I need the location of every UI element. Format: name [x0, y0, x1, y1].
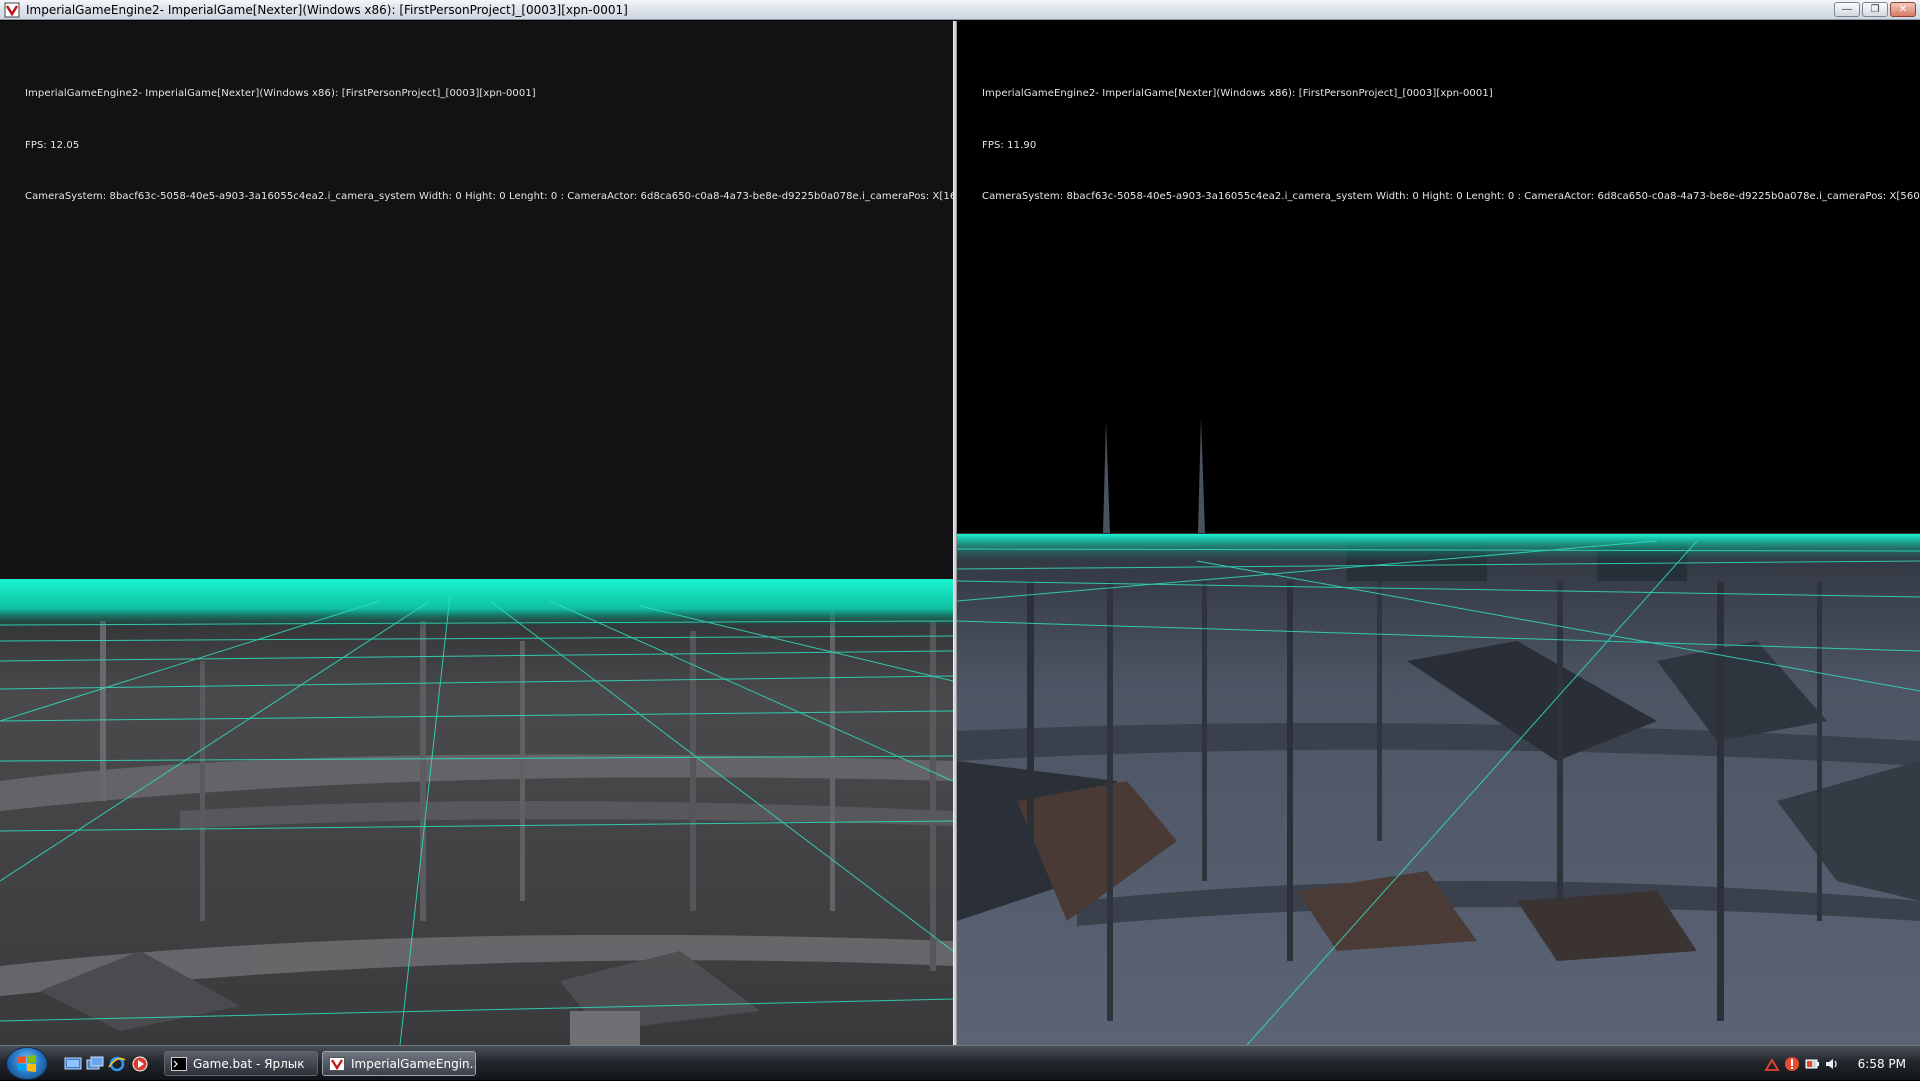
windows-logo-icon	[18, 1054, 36, 1072]
start-button[interactable]	[6, 1047, 48, 1080]
right-viewport-scene	[957, 417, 1920, 1045]
viewport-title-readout: ImperialGameEngine2- ImperialGame[Nexter…	[25, 88, 536, 99]
taskbar-clock[interactable]: 6:58 PM	[1858, 1057, 1906, 1071]
power-icon[interactable]	[1804, 1056, 1820, 1072]
left-viewport[interactable]: ImperialGameEngine2- ImperialGame[Nexter…	[0, 21, 953, 1045]
spire-geometry	[1103, 417, 1205, 533]
camera-readout: CameraSystem: 8bacf63c-5058-40e5-a903-3a…	[25, 191, 953, 202]
volume-icon[interactable]	[1824, 1056, 1840, 1072]
viewport-title-readout: ImperialGameEngine2- ImperialGame[Nexter…	[982, 88, 1493, 99]
minimize-button[interactable]: —	[1834, 2, 1860, 17]
taskbar-button-game-bat[interactable]: Game.bat - Ярлык	[164, 1051, 318, 1076]
cmd-icon	[171, 1056, 187, 1071]
horizon-band	[957, 534, 1920, 562]
taskbar-button-label: Game.bat - Ярлык	[193, 1056, 305, 1071]
fps-readout: FPS: 11.90	[982, 140, 1037, 151]
media-player-icon[interactable]	[131, 1055, 149, 1073]
close-button[interactable]: ✕	[1890, 2, 1916, 17]
taskbar-button-label: ImperialGameEngin...	[351, 1056, 476, 1071]
window-controls: — ❐ ✕	[1834, 2, 1916, 17]
warning-icon[interactable]	[1784, 1056, 1800, 1072]
right-viewport[interactable]: ImperialGameEngine2- ImperialGame[Nexter…	[957, 21, 1920, 1045]
switch-windows-icon[interactable]	[86, 1055, 104, 1073]
window-titlebar[interactable]: ImperialGameEngine2- ImperialGame[Nexter…	[0, 0, 1920, 20]
system-tray: 6:58 PM	[1764, 1046, 1920, 1081]
taskbar: Game.bat - Ярлык ImperialGameEngin... 6:…	[0, 1045, 1920, 1080]
camera-readout: CameraSystem: 8bacf63c-5058-40e5-a903-3a…	[982, 191, 1920, 202]
fps-readout: FPS: 12.05	[25, 140, 80, 151]
engine-icon	[329, 1056, 345, 1071]
network-icon[interactable]	[1764, 1056, 1780, 1072]
taskbar-button-imperial-game-engine[interactable]: ImperialGameEngin...	[322, 1051, 476, 1076]
left-viewport-scene	[0, 579, 953, 1045]
internet-explorer-icon[interactable]	[108, 1055, 126, 1073]
engine-app-icon[interactable]	[4, 2, 20, 18]
window-title: ImperialGameEngine2- ImperialGame[Nexter…	[26, 2, 628, 17]
maximize-button[interactable]: ❐	[1862, 2, 1888, 17]
show-desktop-icon[interactable]	[64, 1055, 82, 1073]
